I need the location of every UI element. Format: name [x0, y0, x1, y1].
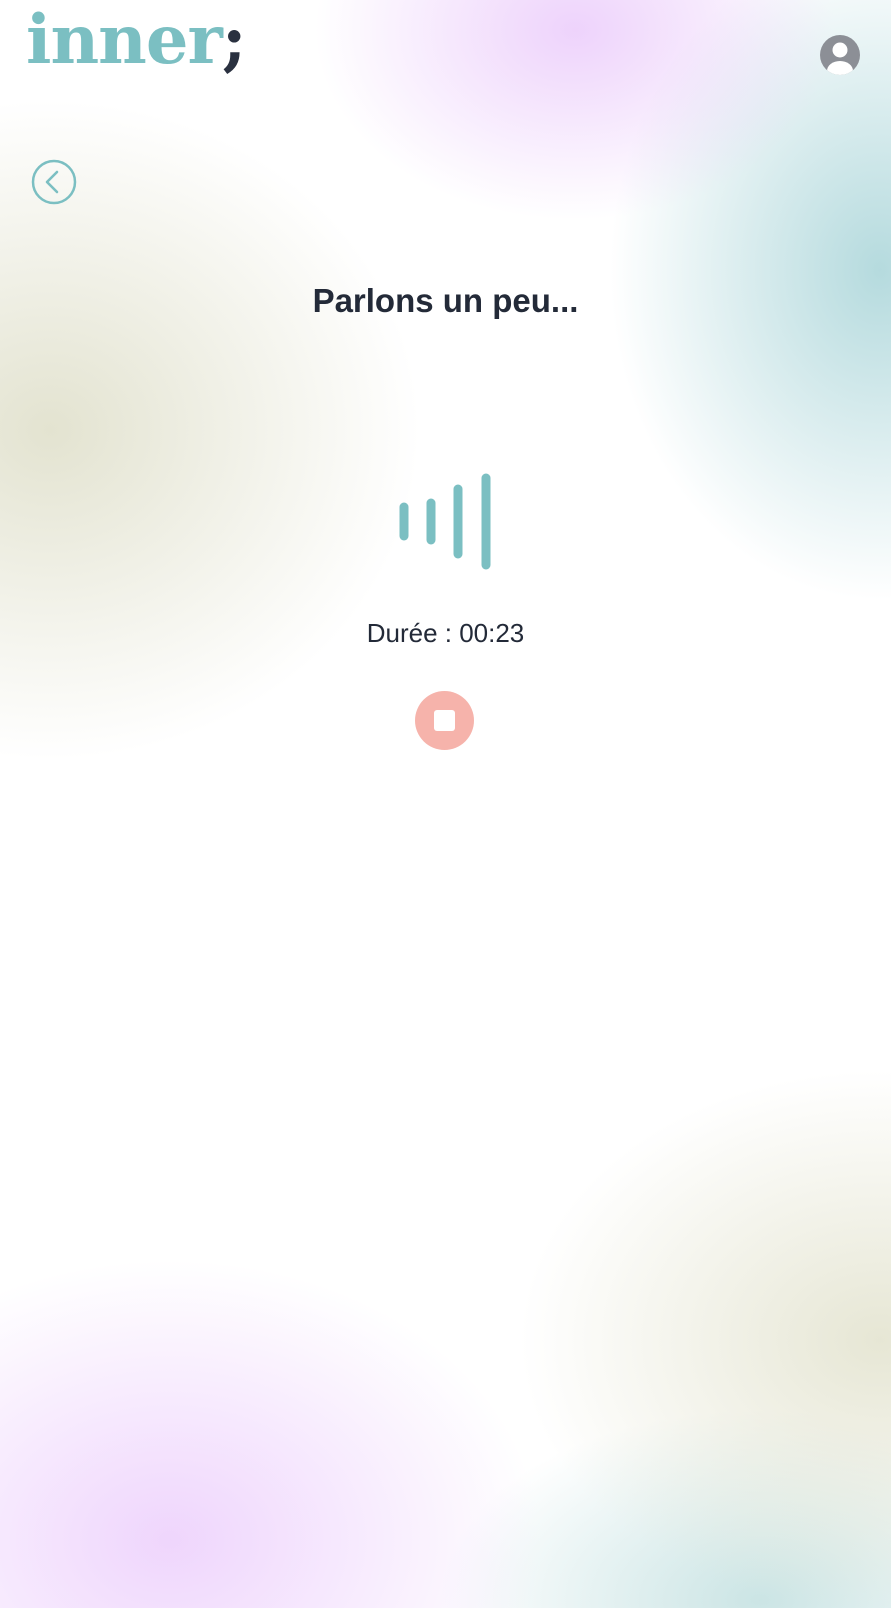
stop-icon	[434, 710, 455, 731]
logo-semicolon: ;	[221, 0, 247, 79]
page-title: Parlons un peu...	[312, 282, 579, 319]
waveform-bars	[399, 473, 491, 570]
logo-word: inner	[26, 0, 223, 79]
app-logo: inner;	[26, 6, 247, 73]
recording-duration: Durée : 00:23	[366, 618, 525, 648]
chevron-left-circle-icon	[31, 159, 77, 205]
back-button[interactable]	[31, 159, 77, 205]
user-avatar-icon-graphic	[820, 35, 860, 75]
audio-waveform-icon	[391, 470, 501, 570]
page-background	[0, 0, 891, 1608]
stop-recording-button[interactable]	[415, 691, 474, 750]
user-avatar-icon[interactable]	[820, 35, 860, 75]
